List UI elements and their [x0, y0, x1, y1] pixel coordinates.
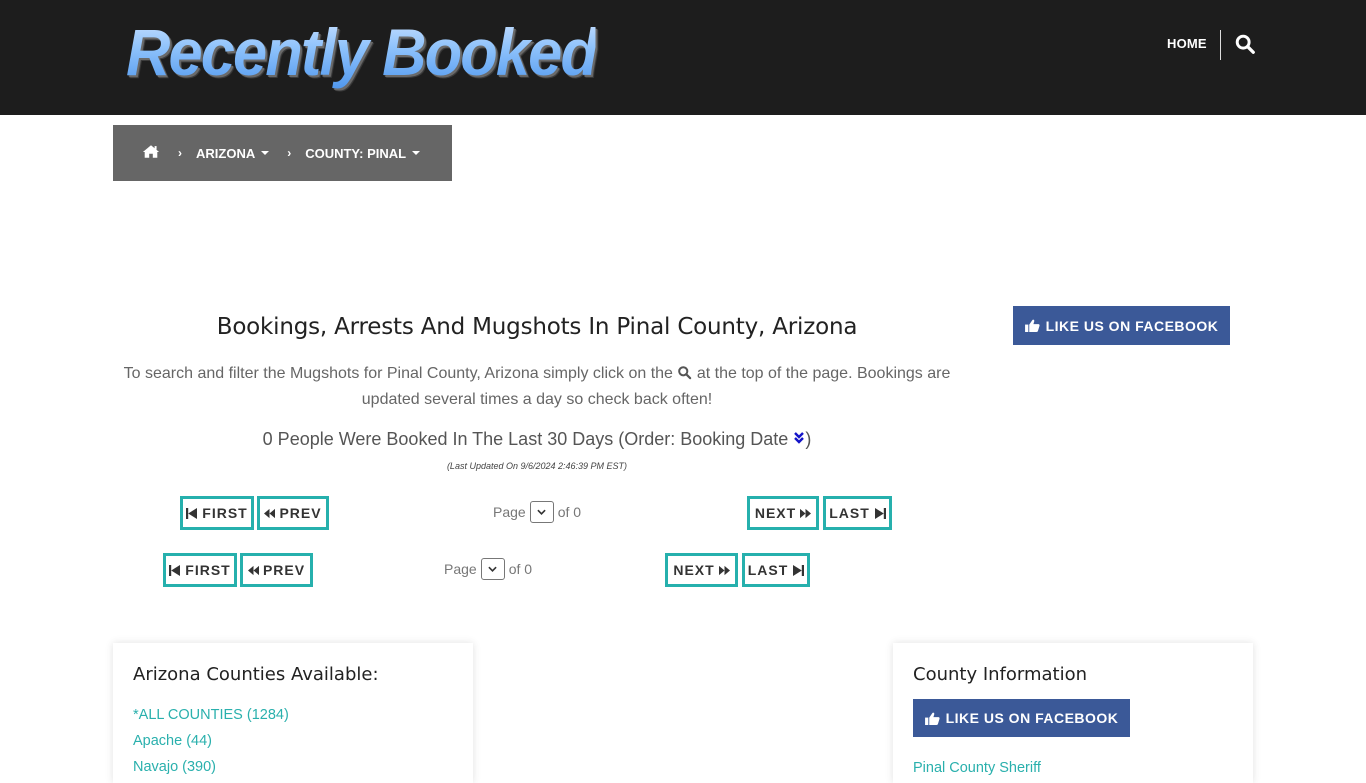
- page-of-label: of 0: [557, 504, 582, 520]
- page-title: Bookings, Arrests And Mugshots In Pinal …: [216, 314, 858, 340]
- next-label: NEXT: [673, 562, 715, 578]
- first-page-button[interactable]: FIRST: [180, 496, 254, 530]
- breadcrumb-county-label: COUNTY: PINAL: [305, 145, 407, 161]
- page-of-label: of 0: [508, 561, 533, 577]
- skip-last-icon: [793, 564, 805, 576]
- county-list: *ALL COUNTIES (1284) Apache (44) Navajo …: [133, 702, 289, 780]
- fast-forward-icon: [800, 508, 812, 518]
- booked-count-close: ): [805, 429, 812, 449]
- caret-down-icon: [412, 151, 421, 155]
- prev-page-button-2[interactable]: PREV: [240, 553, 313, 587]
- search-icon: [677, 363, 692, 380]
- page-label: Page: [493, 504, 526, 520]
- last-page-button[interactable]: LAST: [823, 496, 892, 530]
- breadcrumb-county[interactable]: COUNTY: PINAL: [305, 145, 421, 161]
- county-info-card: County Information LIKE US ON FACEBOOK P…: [893, 643, 1253, 783]
- chevron-right-icon: ›: [287, 146, 292, 160]
- rewind-icon: [264, 508, 276, 518]
- skip-last-icon: [874, 507, 886, 519]
- next-label: NEXT: [754, 505, 797, 521]
- counties-card-title: Arizona Counties Available:: [133, 664, 379, 685]
- breadcrumb-arizona[interactable]: ARIZONA: [196, 145, 270, 161]
- facebook-like-button[interactable]: LIKE US ON FACEBOOK: [1013, 306, 1230, 345]
- prev-label: PREV: [279, 505, 322, 521]
- intro-text-before: To search and filter the Mugshots for Pi…: [123, 365, 673, 382]
- home-icon[interactable]: [142, 144, 160, 162]
- fast-forward-icon: [718, 565, 730, 575]
- rewind-icon: [247, 565, 259, 575]
- booked-count-text: 0 People Were Booked In The Last 30 Days…: [262, 429, 789, 449]
- search-icon[interactable]: [1234, 33, 1256, 55]
- facebook-like-label: LIKE US ON FACEBOOK: [945, 710, 1119, 726]
- page-label: Page: [444, 561, 477, 577]
- sheriff-link[interactable]: Pinal County Sheriff: [913, 760, 1041, 776]
- page-selector: Page of 0: [493, 501, 581, 523]
- breadcrumb: › ARIZONA › COUNTY: PINAL: [113, 125, 452, 181]
- facebook-like-label: LIKE US ON FACEBOOK: [1045, 317, 1219, 334]
- breadcrumb-arizona-label: ARIZONA: [196, 145, 256, 161]
- nav-home-link[interactable]: HOME: [1167, 36, 1207, 51]
- thumbs-up-icon: [1024, 319, 1040, 332]
- chevron-down-icon: [537, 509, 546, 515]
- first-label: FIRST: [185, 562, 231, 578]
- skip-first-icon: [169, 564, 181, 576]
- page-selector-2: Page of 0: [444, 558, 532, 580]
- booked-count-heading: 0 People Were Booked In The Last 30 Days…: [113, 429, 961, 450]
- skip-first-icon: [186, 507, 198, 519]
- county-link-apache[interactable]: Apache (44): [133, 728, 289, 754]
- next-page-button[interactable]: NEXT: [747, 496, 819, 530]
- county-info-title: County Information: [913, 664, 1088, 685]
- last-label: LAST: [829, 505, 870, 521]
- first-page-button-2[interactable]: FIRST: [163, 553, 237, 587]
- facebook-like-button-2[interactable]: LIKE US ON FACEBOOK: [913, 699, 1130, 737]
- last-label: LAST: [747, 562, 789, 578]
- prev-page-button[interactable]: PREV: [257, 496, 329, 530]
- intro-text: To search and filter the Mugshots for Pi…: [113, 361, 961, 413]
- last-page-button-2[interactable]: LAST: [742, 553, 810, 587]
- chevron-right-icon: ›: [178, 146, 182, 160]
- counties-card: Arizona Counties Available: *ALL COUNTIE…: [113, 643, 473, 783]
- page-select[interactable]: [480, 558, 505, 580]
- top-navbar: Recently Booked HOME: [0, 0, 1366, 115]
- first-label: FIRST: [202, 505, 248, 521]
- last-updated: (Last Updated On 9/6/2024 2:46:39 PM EST…: [446, 461, 628, 471]
- page-select[interactable]: [529, 501, 554, 523]
- prev-label: PREV: [262, 562, 306, 578]
- county-link-all[interactable]: *ALL COUNTIES (1284): [133, 702, 289, 728]
- next-page-button-2[interactable]: NEXT: [665, 553, 738, 587]
- caret-down-icon: [261, 151, 270, 155]
- nav-divider: [1220, 30, 1221, 60]
- site-logo[interactable]: Recently Booked: [126, 14, 598, 90]
- thumbs-up-icon: [924, 712, 940, 725]
- county-link-navajo[interactable]: Navajo (390): [133, 754, 289, 780]
- chevron-down-icon: [488, 566, 497, 572]
- double-chevron-down-icon[interactable]: [793, 429, 805, 449]
